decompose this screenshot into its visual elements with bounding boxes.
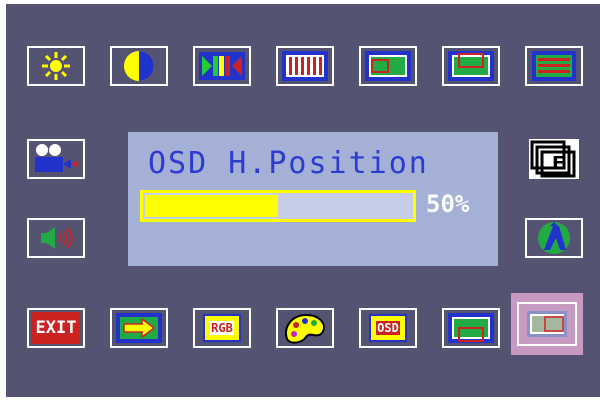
osd-adjust-panel: OSD H.Position 50%	[128, 132, 498, 266]
input-arrow-button[interactable]	[110, 308, 168, 348]
h-position-icon	[365, 51, 411, 81]
contrast-icon	[122, 49, 156, 83]
exit-button[interactable]: EXIT	[27, 308, 85, 348]
input-arrow-icon	[116, 313, 162, 343]
value-readout: 50%	[426, 190, 470, 218]
osd-icon: OSD	[369, 314, 407, 342]
palette-icon	[282, 311, 328, 345]
stripes-icon	[282, 51, 328, 81]
h-position-slider[interactable]	[140, 190, 416, 222]
slider-fill	[145, 195, 278, 217]
recall-f-icon: F	[529, 139, 579, 179]
osd-title: OSD H.Position	[148, 146, 429, 181]
h-position-button[interactable]	[359, 46, 417, 86]
rgb-label: RGB	[210, 321, 234, 335]
osd-h-position-button[interactable]	[511, 293, 583, 355]
exit-icon: EXIT	[32, 312, 80, 344]
brightness-icon	[41, 51, 71, 81]
osd-label: OSD	[376, 321, 400, 335]
osd-v-position-icon	[448, 313, 494, 343]
v-position-button[interactable]	[442, 46, 500, 86]
rgb-button[interactable]: RGB	[193, 308, 251, 348]
palette-button[interactable]	[276, 308, 334, 348]
contrast-button[interactable]	[110, 46, 168, 86]
selection-frame	[517, 302, 577, 346]
osd-h-position-icon	[527, 311, 567, 337]
v-position-icon	[448, 51, 494, 81]
recall-label: F	[552, 153, 565, 174]
h-size-icon	[532, 51, 576, 81]
volume-icon	[36, 223, 76, 253]
stripes-button[interactable]	[276, 46, 334, 86]
video-source-button[interactable]	[27, 139, 85, 179]
color-bars-icon	[199, 52, 245, 80]
h-size-button[interactable]	[525, 46, 583, 86]
osd-v-position-button[interactable]	[442, 308, 500, 348]
color-bars-button[interactable]	[193, 46, 251, 86]
recall-button[interactable]: F	[525, 139, 583, 179]
osd-screen: F EXIT RGB OSD OSD H.Position 50%	[6, 4, 600, 397]
exit-label: EXIT	[35, 318, 77, 338]
auto-adjust-button[interactable]	[525, 218, 583, 258]
osd-button[interactable]: OSD	[359, 308, 417, 348]
video-source-icon	[33, 142, 79, 176]
volume-button[interactable]	[27, 218, 85, 258]
brightness-button[interactable]	[27, 46, 85, 86]
rgb-icon: RGB	[203, 314, 241, 342]
auto-adjust-icon	[536, 220, 572, 256]
